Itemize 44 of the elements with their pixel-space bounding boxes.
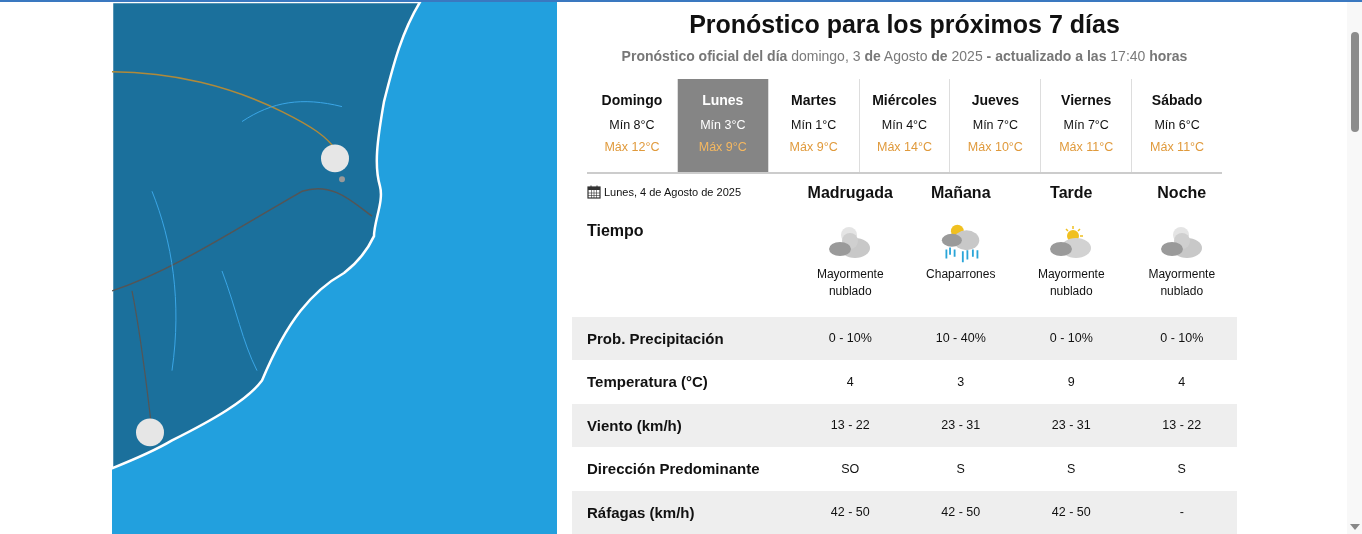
table-cell: S (956, 461, 965, 476)
sun-cloud-icon (1049, 223, 1094, 260)
weather-description: Mayormente nublado (1147, 265, 1217, 300)
period-heading: Madrugada (806, 182, 894, 202)
table-cell: 9 (1067, 374, 1075, 389)
table-cell: 3 (957, 374, 965, 389)
table-cell: 10 - 40% (935, 331, 986, 346)
row-label: Prob. Precipitación (587, 329, 724, 347)
row-label: Tiempo (587, 221, 644, 239)
table-cell: 23 - 31 (941, 418, 981, 433)
day-tab[interactable]: Sábado Mín 6°C Máx 11°C (1132, 79, 1222, 172)
table-cell: 42 - 50 (1051, 505, 1091, 520)
table-cell: 13 - 22 (830, 418, 870, 433)
period-heading: Noche (1156, 182, 1208, 202)
table-cell: 4 (1178, 374, 1186, 389)
table-cell: 23 - 31 (1051, 418, 1091, 433)
forecast-subtitle: Pronóstico oficial del día domingo, 3 de Agosto de 2025 - actualizado a las 17:40 horas (621, 48, 1188, 64)
table-cell: 0 - 10% (1049, 331, 1093, 346)
weather-description: Mayormente nublado (1036, 265, 1106, 300)
period-heading: Mañana (929, 182, 992, 202)
forecast-date: Lunes, 4 de Agosto de 2025 (604, 185, 741, 198)
day-tab[interactable]: Lunes Mín 3°C Máx 9°C (677, 79, 769, 172)
table-cell: - (1179, 505, 1184, 520)
weather-description: Chaparrones (925, 265, 997, 283)
table-cell: 0 - 10% (1160, 331, 1204, 346)
scroll-down-icon[interactable] (1350, 524, 1360, 530)
table-cell: 13 - 22 (1162, 418, 1202, 433)
table-cell: 0 - 10% (828, 331, 872, 346)
row-label: Temperatura (°C) (587, 373, 708, 391)
table-cell: 42 - 50 (830, 505, 870, 520)
table-cell: SO (841, 461, 860, 476)
forecast-title: Pronóstico para los próximos 7 días (689, 10, 1120, 39)
row-label: Dirección Predominante (587, 460, 760, 478)
scrollbar-thumb[interactable] (1351, 32, 1359, 132)
table-cell: S (1067, 461, 1076, 476)
row-label: Viento (km/h) (587, 416, 682, 434)
scrollbar[interactable] (1347, 2, 1362, 534)
calendar-icon (587, 184, 601, 199)
row-label: Ráfagas (km/h) (587, 503, 695, 521)
table-cell: 42 - 50 (941, 505, 981, 520)
table-cell: 4 (846, 374, 854, 389)
table-cell: S (1177, 461, 1186, 476)
weather-description: Mayormente nublado (815, 265, 885, 300)
period-heading: Tarde (1049, 182, 1094, 202)
